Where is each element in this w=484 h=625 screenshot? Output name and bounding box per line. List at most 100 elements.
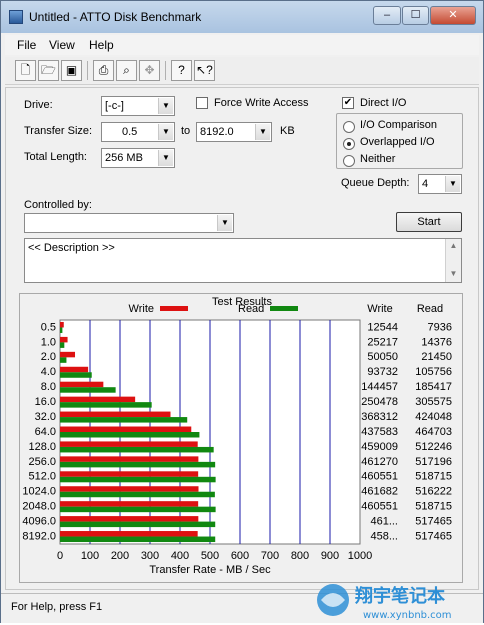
write-value: 93732	[367, 366, 398, 378]
read-bar	[60, 327, 63, 333]
drive-label: Drive:	[24, 99, 53, 111]
read-value: 105756	[415, 366, 452, 378]
chevron-down-icon[interactable]: ▼	[255, 124, 270, 140]
write-value: 25217	[367, 336, 398, 348]
write-bar	[60, 441, 198, 447]
write-value: 50050	[367, 351, 398, 363]
minimize-button[interactable]: –	[373, 6, 401, 25]
menu-view[interactable]: View	[49, 38, 75, 52]
read-value: 517465	[415, 530, 452, 542]
close-button[interactable]: ✕	[430, 6, 476, 25]
menu-help[interactable]: Help	[89, 38, 114, 52]
status-text: For Help, press F1	[11, 601, 103, 613]
description-field[interactable]: << Description >> ▲ ▼	[24, 238, 462, 283]
title-bar[interactable]: Untitled - ATTO Disk Benchmark – ☐ ✕	[1, 1, 483, 33]
toolbar-separator	[165, 61, 166, 80]
app-window: Untitled - ATTO Disk Benchmark – ☐ ✕ Fil…	[0, 0, 484, 623]
x-tick-label: 400	[171, 550, 189, 562]
transfer-from-select[interactable]: 0.5 ▼	[101, 122, 175, 142]
read-bar	[60, 432, 200, 438]
chevron-down-icon[interactable]: ▼	[445, 176, 460, 192]
drive-select[interactable]: [-c-] ▼	[101, 96, 175, 116]
write-bar	[60, 366, 89, 373]
legend-write-label: Write	[129, 303, 154, 315]
write-value: 461...	[370, 516, 398, 528]
write-bar	[60, 381, 104, 388]
write-value: 459009	[361, 441, 398, 453]
chevron-down-icon[interactable]: ▼	[158, 98, 173, 114]
read-value: 305575	[415, 396, 452, 408]
chevron-down-icon[interactable]: ▼	[158, 150, 173, 166]
x-tick-label: 1000	[348, 550, 372, 562]
category-label: 2048.0	[22, 501, 56, 513]
chevron-down-icon[interactable]: ▼	[158, 124, 173, 140]
x-tick-label: 0	[57, 550, 63, 562]
write-value: 144457	[361, 381, 398, 393]
move-icon[interactable]: ✥	[139, 60, 160, 81]
controlled-by-select[interactable]: ▼	[24, 213, 234, 233]
category-label: 4.0	[41, 366, 56, 378]
read-bar	[60, 372, 92, 378]
x-tick-label: 200	[111, 550, 129, 562]
read-bar	[60, 491, 215, 498]
read-bar	[60, 461, 216, 468]
category-label: 1.0	[41, 336, 56, 348]
x-tick-label: 500	[201, 550, 219, 562]
category-label: 2.0	[41, 351, 56, 363]
description-scrollbar[interactable]: ▲ ▼	[445, 239, 461, 282]
print-preview-icon[interactable]: ⌕	[116, 60, 137, 81]
menu-file[interactable]: File	[17, 38, 36, 52]
direct-io-checkbox[interactable]: ✔	[342, 97, 354, 109]
neither-radio[interactable]	[343, 155, 355, 167]
overlapped-io-label: Overlapped I/O	[360, 136, 435, 148]
x-axis-label: Transfer Rate - MB / Sec	[149, 564, 271, 576]
read-bar	[60, 446, 214, 453]
write-bar	[60, 456, 199, 462]
drive-value: [-c-]	[105, 100, 124, 112]
force-write-checkbox[interactable]	[196, 97, 208, 109]
context-help-icon[interactable]: ↖?	[194, 60, 215, 81]
open-folder-icon[interactable]: 🗁	[38, 60, 59, 81]
read-value: 518715	[415, 471, 452, 483]
save-icon[interactable]: ▣	[61, 60, 82, 81]
write-value: 460551	[361, 471, 398, 483]
write-bar	[60, 396, 136, 403]
category-label: 32.0	[35, 411, 56, 423]
description-text: << Description >>	[28, 242, 115, 254]
read-bar	[60, 417, 188, 423]
transfer-to-select[interactable]: 8192.0 ▼	[196, 122, 272, 142]
write-bar	[60, 411, 171, 418]
queue-depth-label: Queue Depth:	[341, 177, 410, 189]
io-comparison-radio[interactable]	[343, 121, 355, 133]
category-label: 64.0	[35, 426, 56, 438]
watermark-url: www.xynbnb.com	[363, 610, 452, 621]
transfer-size-label: Transfer Size:	[24, 125, 93, 137]
x-tick-label: 700	[261, 550, 279, 562]
write-value: 460551	[361, 501, 398, 513]
force-write-label: Force Write Access	[214, 97, 309, 109]
x-tick-label: 100	[81, 550, 99, 562]
read-value: 14376	[421, 336, 452, 348]
start-button[interactable]: Start	[396, 212, 462, 232]
chevron-down-icon[interactable]: ▼	[217, 215, 232, 231]
transfer-to-value: 8192.0	[200, 126, 234, 138]
legend-read-label: Read	[238, 303, 264, 315]
queue-depth-select[interactable]: 4 ▼	[418, 174, 462, 194]
category-label: 256.0	[28, 456, 56, 468]
read-bar	[60, 342, 65, 348]
total-length-select[interactable]: 256 MB ▼	[101, 148, 175, 168]
category-label: 0.5	[41, 321, 56, 333]
overlapped-io-radio[interactable]	[343, 138, 355, 150]
column-header-read: Read	[417, 303, 443, 315]
write-value: 461270	[361, 456, 398, 468]
print-icon[interactable]: ⎙	[93, 60, 114, 81]
x-tick-label: 900	[321, 550, 339, 562]
write-bar	[60, 351, 76, 358]
io-comparison-label: I/O Comparison	[360, 119, 438, 131]
maximize-button[interactable]: ☐	[402, 6, 429, 25]
new-file-icon[interactable]: 🗋	[15, 60, 36, 81]
x-tick-label: 800	[291, 550, 309, 562]
neither-label: Neither	[360, 153, 396, 165]
help-icon[interactable]: ?	[171, 60, 192, 81]
read-value: 516222	[415, 486, 452, 498]
